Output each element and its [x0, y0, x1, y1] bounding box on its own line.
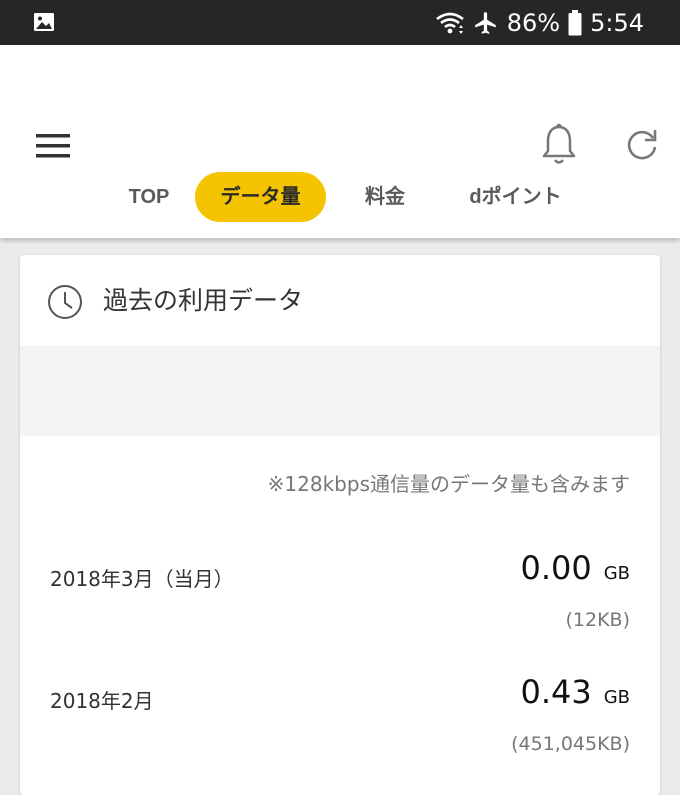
battery-icon — [568, 9, 582, 35]
clock-icon — [48, 285, 82, 319]
clock-time: 5:54 — [590, 8, 644, 37]
month-label: 2018年2月 — [50, 689, 154, 713]
status-icons: 86% 5:54 — [435, 0, 644, 45]
usage-kb: (451,045KB) — [511, 733, 630, 755]
gallery-icon — [34, 13, 54, 31]
wifi-icon — [435, 12, 464, 34]
status-bar: 86% 5:54 — [0, 0, 680, 45]
tab-top[interactable]: TOP — [103, 172, 195, 222]
card-title: 過去の利用データ — [103, 286, 304, 315]
bell-icon[interactable] — [540, 123, 578, 167]
past-usage-card: 過去の利用データ ※128kbps通信量のデータ量も含みます 2018年3月（当… — [20, 255, 660, 795]
battery-percent: 86% — [506, 8, 561, 37]
empty-band — [20, 346, 660, 436]
note-text: ※128kbps通信量のデータ量も含みます — [267, 472, 630, 496]
usage-number: 0.43 — [520, 673, 592, 711]
menu-icon[interactable] — [36, 133, 70, 159]
usage-value: 0.00 GB — [520, 549, 630, 587]
app-bar: TOP データ量 料金 dポイント — [0, 45, 680, 238]
tab-charges[interactable]: 料金 — [345, 172, 425, 222]
refresh-icon[interactable] — [624, 127, 660, 163]
usage-kb: (12KB) — [565, 609, 631, 631]
usage-value: 0.43 GB — [520, 673, 630, 711]
month-label: 2018年3月（当月） — [50, 567, 234, 591]
usage-unit: GB — [603, 687, 630, 708]
tab-d-points[interactable]: dポイント — [453, 172, 578, 222]
usage-unit: GB — [603, 563, 630, 584]
airplane-icon — [474, 11, 496, 34]
usage-number: 0.00 — [520, 549, 592, 587]
tab-data-usage[interactable]: データ量 — [195, 172, 326, 222]
tab-bar: TOP データ量 料金 dポイント — [0, 172, 680, 222]
